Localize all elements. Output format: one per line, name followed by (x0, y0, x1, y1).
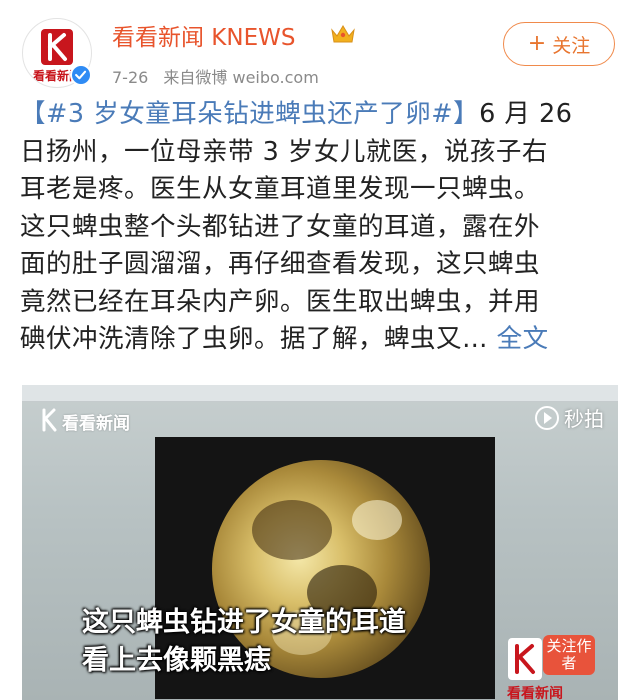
post-line-7: 碘伏冲洗清除了虫卵。据了解，蜱虫又… 全文 (20, 321, 624, 359)
post-line-7-text: 碘伏冲洗清除了虫卵。据了解，蜱虫又… (20, 324, 489, 354)
post-body: 【#3 岁女童耳朵钻进蜱虫还产了卵#】6 月 26 日扬州，一位母亲带 3 岁女… (20, 96, 624, 359)
miaopai-logo: 秒拍 (535, 403, 604, 432)
follow-label: 关注 (552, 34, 591, 57)
crown-icon (331, 25, 355, 43)
follow-button[interactable]: + 关注 (503, 22, 615, 66)
verified-badge-icon (70, 64, 92, 86)
video-screen-toolbar (22, 385, 618, 402)
play-circle-icon (535, 405, 559, 430)
post-line-1: 【#3 岁女童耳朵钻进蜱虫还产了卵#】6 月 26 (20, 96, 624, 134)
scope-shadow (252, 500, 332, 560)
knews-logo-icon (41, 29, 73, 65)
video-caption-line-2: 看上去像颗黑痣 (82, 645, 271, 676)
post-header: 看看新闻 看看新闻 KNEWS 7-26 来自微博 weibo.com + 关注 (0, 0, 640, 100)
post-line-3: 耳老是疼。医生从女童耳道里发现一只蜱虫。 (20, 174, 541, 204)
video-caption-line-1: 这只蜱虫钻进了女童的耳道 (82, 607, 406, 638)
author-badge[interactable]: 关注作者 看看新闻 (507, 633, 617, 700)
video-watermark: 看看新闻 (62, 414, 130, 434)
post-date: 7-26 (112, 68, 149, 87)
post-meta: 7-26 来自微博 weibo.com (112, 64, 329, 88)
user-name[interactable]: 看看新闻 KNEWS (112, 18, 295, 52)
platform-label: 秒拍 (564, 407, 604, 431)
post-line-5: 面的肚子圆溜溜，再仔细查看发现，这只蜱虫 (20, 249, 541, 279)
full-text-link[interactable]: 全文 (497, 324, 549, 354)
video-player[interactable]: 看看新闻 秒拍 这只蜱虫钻进了女童的耳道 看上去像颗黑痣 关注作者 看看新闻 (22, 385, 618, 700)
knews-watermark-icon (42, 408, 57, 432)
hashtag-link[interactable]: 【#3 岁女童耳朵钻进蜱虫还产了卵#】 (20, 99, 479, 129)
knews-badge-icon (508, 638, 542, 680)
follow-author-button[interactable]: 关注作者 (543, 635, 595, 675)
badge-author-name: 看看新闻 (507, 686, 563, 700)
scope-highlight (352, 500, 402, 540)
post-line-4: 这只蜱虫整个头都钻进了女童的耳道，露在外 (20, 211, 541, 242)
plus-icon: + (527, 31, 547, 56)
post-line-1-rest: 6 月 26 (479, 99, 573, 129)
post-line-6: 竟然已经在耳朵内产卵。医生取出蜱虫，并用 (20, 286, 541, 317)
post-source[interactable]: 来自微博 weibo.com (163, 68, 318, 87)
post-line-2: 日扬州，一位母亲带 3 岁女儿就医，说孩子右 (20, 136, 548, 167)
